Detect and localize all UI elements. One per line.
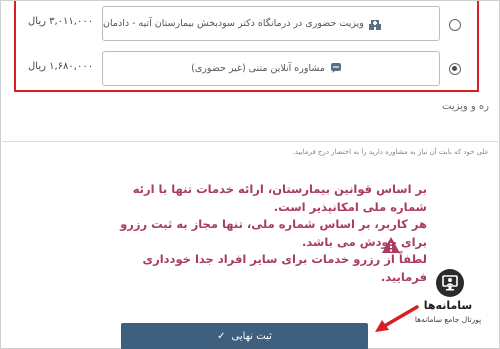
divider — [2, 141, 498, 142]
option-1-radio[interactable] — [449, 19, 461, 31]
warning-line: لطفاً از رزرو خدمات برای سایر افراد جدا … — [142, 252, 427, 266]
chat-icon — [330, 62, 341, 73]
warning-line: شماره ملی امکانپذیر است. — [273, 199, 427, 214]
hospital-icon — [368, 19, 381, 30]
monitor-person-icon — [436, 269, 464, 297]
brand-watermark: سامانه‌ها پورتال جامع سامانه‌ها — [403, 269, 493, 341]
option-1-label: ویزیت حضوری در درمانگاه دکتر سودبخش بیما… — [103, 18, 364, 29]
warning-message: بر اساس قوانین بیمارستان، ارائه خدمات تن… — [97, 181, 427, 286]
option-1-card[interactable]: ویزیت حضوری در درمانگاه دکتر سودبخش بیما… — [102, 6, 440, 41]
check-icon: ✓ — [217, 331, 226, 342]
section-title: ره و ویزیت — [442, 101, 489, 112]
option-2-price: ۱,۶۸۰,۰۰۰ ریال — [28, 61, 94, 72]
option-1-price: ۳,۰۱۱,۰۰۰ ریال — [28, 16, 94, 27]
section-hint: علی خود که بابت آن نیاز به مشاوره دارید … — [292, 148, 489, 156]
brand-name: سامانه‌ها — [423, 299, 473, 312]
submit-button[interactable]: ثبت نهایی ✓ — [121, 323, 368, 349]
submit-label: ثبت نهایی — [231, 331, 272, 342]
warning-line: بر اساس قوانین بیمارستان، ارائه خدمات تن… — [132, 182, 427, 196]
page-frame: ویزیت حضوری در درمانگاه دکتر سودبخش بیما… — [0, 0, 500, 349]
option-2-card[interactable]: مشاوره آنلاین متنی (غیر حضوری) — [102, 51, 440, 86]
option-2-label: مشاوره آنلاین متنی (غیر حضوری) — [191, 63, 325, 74]
radio-selected-dot — [452, 66, 457, 71]
brand-tagline: پورتال جامع سامانه‌ها — [414, 315, 482, 324]
option-2-radio[interactable] — [449, 63, 461, 75]
warning-line: برای خودش می باشد. — [302, 234, 427, 249]
warning-line: فرمایید. — [380, 269, 427, 284]
warning-line: هر کاربر، بر اساس شماره ملی، تنها مجاز ب… — [120, 217, 427, 231]
